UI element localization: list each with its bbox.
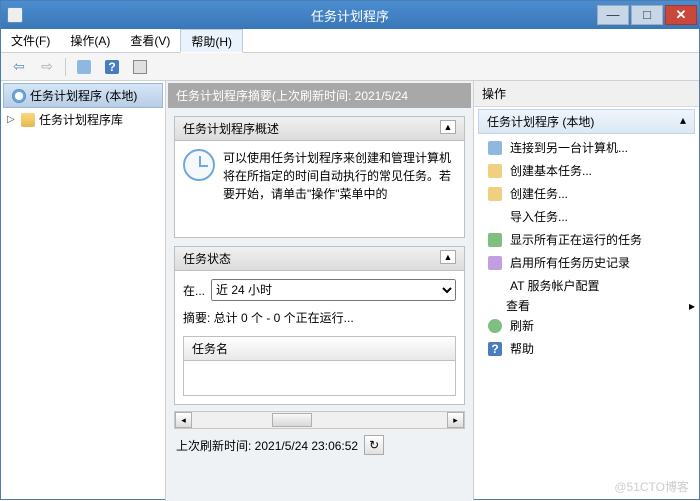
collapse-status-button[interactable]: ▲ [440, 250, 456, 264]
chevron-up-icon: ▴ [680, 113, 686, 130]
app-icon [7, 7, 23, 23]
properties-icon [133, 60, 147, 74]
connect-icon [488, 141, 502, 155]
status-title: 任务状态 [183, 250, 231, 267]
action-help[interactable]: ?帮助 [478, 337, 695, 360]
action-create-basic[interactable]: 创建基本任务... [478, 159, 695, 182]
tree-root-label: 任务计划程序 (本地) [30, 87, 137, 104]
menu-action[interactable]: 操作(A) [60, 29, 120, 52]
summary-header: 任务计划程序摘要(上次刷新时间: 2021/5/24 [168, 83, 471, 108]
scroll-right-icon[interactable]: ▸ [447, 412, 464, 428]
scroll-left-icon[interactable]: ◂ [175, 412, 192, 428]
task-name-column[interactable]: 任务名 [184, 337, 455, 361]
nav-back-button[interactable]: ⇦ [7, 56, 31, 78]
status-panel: 任务状态 ▲ 在... 近 24 小时 摘要: 总计 0 个 - 0 个正在运行… [174, 246, 465, 405]
menu-help[interactable]: 帮助(H) [180, 29, 243, 53]
toolbar-btn-2[interactable]: ? [100, 56, 124, 78]
task-table: 任务名 [183, 336, 456, 396]
toolbar-separator [65, 58, 66, 76]
create-task-icon [488, 187, 502, 201]
running-icon [488, 233, 502, 247]
scroll-thumb[interactable] [272, 413, 312, 427]
action-show-running[interactable]: 显示所有正在运行的任务 [478, 228, 695, 251]
minimize-button[interactable]: — [597, 5, 629, 25]
action-connect[interactable]: 连接到另一台计算机... [478, 136, 695, 159]
expand-toggle-icon[interactable]: ▷ [7, 114, 15, 125]
horizontal-scrollbar[interactable]: ◂ ▸ [174, 411, 465, 429]
arrow-right-icon: ⇨ [41, 58, 53, 75]
overview-panel: 任务计划程序概述 ▲ 可以使用任务计划程序来创建和管理计算机将在所指定的时间自动… [174, 116, 465, 238]
menu-file[interactable]: 文件(F) [1, 29, 60, 52]
action-enable-history[interactable]: 启用所有任务历史记录 [478, 251, 695, 274]
toolbar-btn-1[interactable] [72, 56, 96, 78]
overview-clock-icon [183, 149, 215, 181]
collapse-overview-button[interactable]: ▲ [440, 120, 456, 134]
action-view[interactable]: 查看▸ [478, 297, 695, 314]
action-at-service[interactable]: AT 服务帐户配置 [478, 274, 695, 297]
nav-forward-button[interactable]: ⇨ [35, 56, 59, 78]
tree-library-label: 任务计划程序库 [39, 111, 123, 128]
close-button[interactable]: ✕ [665, 5, 697, 25]
help-icon: ? [105, 60, 119, 74]
summary-panel: 任务计划程序摘要(上次刷新时间: 2021/5/24 任务计划程序概述 ▲ 可以… [166, 81, 474, 501]
overview-text: 可以使用任务计划程序来创建和管理计算机将在所指定的时间自动执行的常见任务。若要开… [223, 149, 456, 229]
chevron-right-icon: ▸ [689, 299, 695, 313]
at-service-icon [488, 279, 502, 293]
actions-section-title[interactable]: 任务计划程序 (本地) ▴ [478, 109, 695, 134]
clock-icon [12, 89, 26, 103]
actions-pane: 操作 任务计划程序 (本地) ▴ 连接到另一台计算机... 创建基本任务... … [474, 81, 699, 501]
action-refresh[interactable]: 刷新 [478, 314, 695, 337]
maximize-button[interactable]: □ [631, 5, 663, 25]
menu-view[interactable]: 查看(V) [120, 29, 180, 52]
last-refresh-text: 上次刷新时间: 2021/5/24 23:06:52 [176, 437, 358, 454]
status-period-select[interactable]: 近 24 小时 [211, 279, 456, 301]
create-basic-icon [488, 164, 502, 178]
tree-panel: 任务计划程序 (本地) ▷ 任务计划程序库 [1, 81, 166, 501]
arrow-left-icon: ⇦ [13, 58, 25, 75]
folder-icon [21, 113, 35, 127]
action-import[interactable]: 导入任务... [478, 205, 695, 228]
help-icon: ? [488, 342, 502, 356]
status-label: 在... [183, 282, 205, 299]
tree-library[interactable]: ▷ 任务计划程序库 [3, 108, 163, 131]
window-title: 任务计划程序 [311, 6, 389, 25]
status-summary: 摘要: 总计 0 个 - 0 个正在运行... [183, 309, 456, 326]
refresh-icon [488, 319, 502, 333]
tree-root[interactable]: 任务计划程序 (本地) [3, 83, 163, 108]
connect-icon [77, 60, 91, 74]
history-icon [488, 256, 502, 270]
toolbar-btn-3[interactable] [128, 56, 152, 78]
actions-header: 操作 [474, 81, 699, 107]
watermark: @51CTO博客 [614, 478, 689, 495]
action-create-task[interactable]: 创建任务... [478, 182, 695, 205]
import-icon [488, 210, 502, 224]
refresh-summary-button[interactable]: ↻ [364, 435, 384, 455]
overview-title: 任务计划程序概述 [183, 120, 279, 137]
